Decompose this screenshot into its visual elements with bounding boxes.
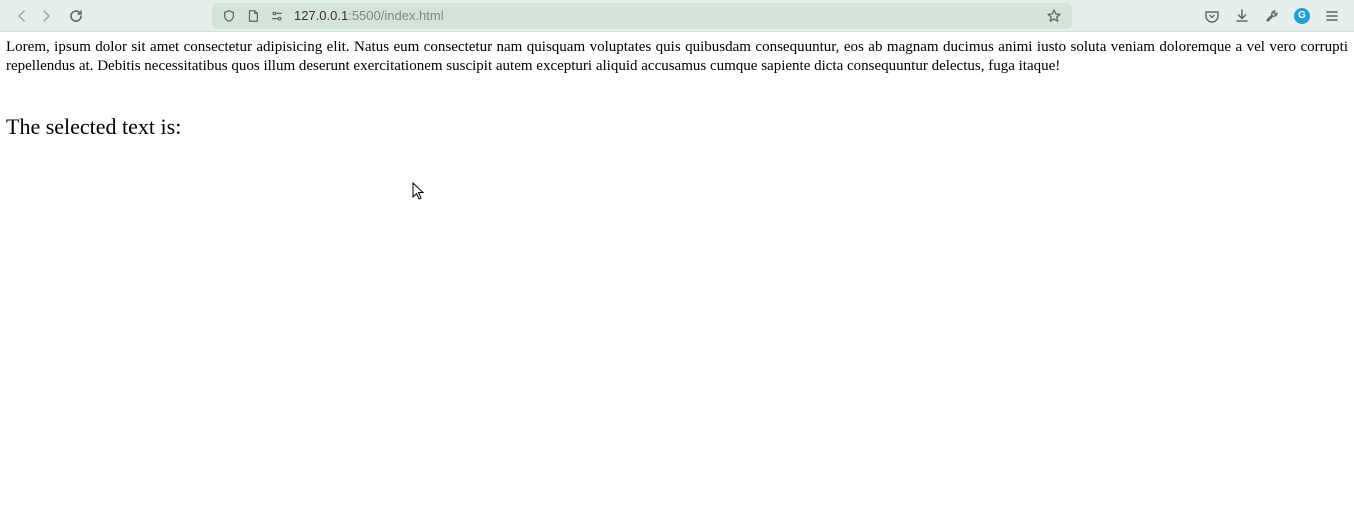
- page-content: Lorem, ipsum dolor sit amet consectetur …: [0, 32, 1354, 146]
- toolbar-right-icons: G: [1198, 8, 1346, 24]
- shield-icon[interactable]: [222, 9, 236, 23]
- wrench-icon[interactable]: [1264, 8, 1280, 24]
- menu-icon[interactable]: [1324, 8, 1340, 24]
- bookmark-star-icon[interactable]: [1046, 8, 1062, 24]
- url-port-path: :5500/index.html: [348, 8, 443, 23]
- address-bar[interactable]: 127.0.0.1:5500/index.html: [212, 3, 1072, 29]
- url-text[interactable]: 127.0.0.1:5500/index.html: [294, 8, 1036, 23]
- nav-buttons: [8, 8, 90, 24]
- selected-text-heading: The selected text is:: [6, 114, 1348, 140]
- back-button[interactable]: [14, 8, 30, 24]
- lorem-paragraph[interactable]: Lorem, ipsum dolor sit amet consectetur …: [6, 38, 1348, 76]
- extension-badge-label: G: [1298, 10, 1306, 21]
- url-host: 127.0.0.1: [294, 8, 348, 23]
- extension-badge[interactable]: G: [1294, 8, 1310, 24]
- permissions-icon[interactable]: [270, 9, 284, 23]
- page-icon: [246, 9, 260, 23]
- forward-button[interactable]: [38, 8, 54, 24]
- pocket-icon[interactable]: [1204, 8, 1220, 24]
- cursor-icon: [412, 182, 428, 202]
- downloads-icon[interactable]: [1234, 8, 1250, 24]
- reload-button[interactable]: [68, 8, 84, 24]
- browser-toolbar: 127.0.0.1:5500/index.html G: [0, 0, 1354, 32]
